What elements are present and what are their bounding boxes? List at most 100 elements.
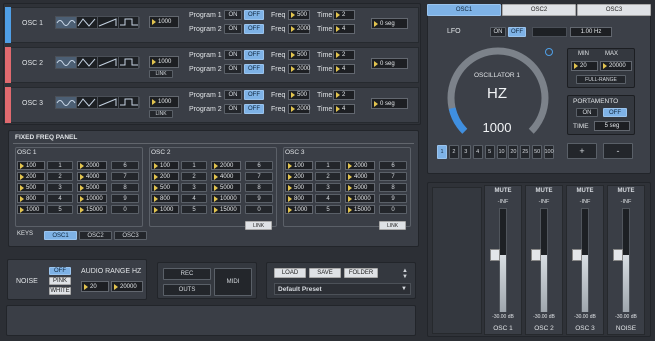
sine-wave-icon[interactable] <box>56 17 77 28</box>
fixed-freq-field[interactable]: 1000 <box>285 205 313 214</box>
fixed-freq-field[interactable]: 100 <box>285 161 313 170</box>
preset-stepper-icon[interactable]: ▲ ▼ <box>401 268 409 280</box>
osc-link-button[interactable]: LINK <box>149 110 173 118</box>
fixed-key-button[interactable]: 0 <box>379 205 407 214</box>
fixed-key-button[interactable]: 1 <box>315 161 341 170</box>
fader-handle[interactable] <box>531 248 541 261</box>
minus-button[interactable]: - <box>603 143 633 159</box>
osc-freq-field[interactable]: 1000 <box>149 96 179 108</box>
fixed-key-button[interactable]: 5 <box>47 205 73 214</box>
multiplier-button[interactable]: 4 <box>472 145 483 159</box>
fixed-freq-field[interactable]: 2000 <box>211 161 241 170</box>
fixed-key-button[interactable]: 8 <box>111 183 139 192</box>
lfo-rate-field[interactable]: 1.00 Hz <box>570 27 612 37</box>
audio-range-min-field[interactable]: 20 <box>81 281 109 292</box>
multiplier-button[interactable]: 5 <box>484 145 495 159</box>
fixed-freq-field[interactable]: 5000 <box>345 183 375 192</box>
square-wave-icon[interactable] <box>119 97 140 108</box>
fixed-freq-field[interactable]: 200 <box>285 172 313 181</box>
fixed-key-button[interactable]: 7 <box>245 172 273 181</box>
program-1-freq-field[interactable]: 500 <box>288 50 310 60</box>
outs-button[interactable]: OUTS <box>163 284 211 296</box>
portamento-off-button[interactable]: OFF <box>603 108 627 117</box>
fixed-group-link-button[interactable]: LINK <box>379 221 406 230</box>
waveform-selector[interactable] <box>55 96 140 109</box>
keys-tab-osc2[interactable]: OSC2 <box>79 231 112 240</box>
osc-seg-field[interactable]: 0 seg <box>371 18 408 29</box>
fixed-freq-field[interactable]: 10000 <box>345 194 375 203</box>
fixed-key-button[interactable]: 3 <box>315 183 341 192</box>
fixed-freq-field[interactable]: 15000 <box>77 205 107 214</box>
portamento-on-button[interactable]: ON <box>576 108 598 117</box>
program-1-off-button[interactable]: OFF <box>244 50 264 60</box>
program-2-off-button[interactable]: OFF <box>244 24 264 34</box>
noise-white-button[interactable]: WHITE <box>49 287 71 295</box>
fixed-freq-field[interactable]: 800 <box>285 194 313 203</box>
program-1-on-button[interactable]: ON <box>224 50 242 60</box>
program-1-on-button[interactable]: ON <box>224 90 242 100</box>
fixed-freq-field[interactable]: 4000 <box>345 172 375 181</box>
tab-osc3[interactable]: OSC3 <box>577 4 651 16</box>
waveform-selector[interactable] <box>55 56 140 69</box>
fixed-key-button[interactable]: 5 <box>315 205 341 214</box>
program-2-on-button[interactable]: ON <box>224 64 242 74</box>
multiplier-button[interactable]: 50 <box>532 145 543 159</box>
saw-wave-icon[interactable] <box>98 97 119 108</box>
lfo-wave-selector[interactable] <box>532 27 567 37</box>
audio-range-max-field[interactable]: 20000 <box>111 281 143 292</box>
fixed-freq-field[interactable]: 200 <box>151 172 179 181</box>
fixed-freq-field[interactable]: 100 <box>151 161 179 170</box>
fixed-key-button[interactable]: 3 <box>181 183 207 192</box>
midi-button[interactable]: MIDI <box>214 268 252 296</box>
fixed-key-button[interactable]: 6 <box>111 161 139 170</box>
fixed-key-button[interactable]: 4 <box>315 194 341 203</box>
program-2-freq-field[interactable]: 2000 <box>288 104 310 114</box>
program-1-off-button[interactable]: OFF <box>244 10 264 20</box>
fixed-freq-field[interactable]: 4000 <box>211 172 241 181</box>
fixed-key-button[interactable]: 2 <box>181 172 207 181</box>
fixed-freq-field[interactable]: 800 <box>151 194 179 203</box>
multiplier-button[interactable]: 1 <box>437 145 447 159</box>
mute-button[interactable]: MUTE <box>527 186 561 195</box>
load-button[interactable]: LOAD <box>274 268 306 278</box>
fixed-freq-field[interactable]: 2000 <box>77 161 107 170</box>
program-2-time-field[interactable]: 4 <box>333 24 355 34</box>
fader-handle[interactable] <box>572 248 582 261</box>
program-1-time-field[interactable]: 2 <box>333 50 355 60</box>
fader-handle[interactable] <box>613 248 623 261</box>
triangle-wave-icon[interactable] <box>77 97 98 108</box>
fixed-freq-field[interactable]: 2000 <box>345 161 375 170</box>
fixed-freq-field[interactable]: 5000 <box>211 183 241 192</box>
fixed-key-button[interactable]: 0 <box>111 205 139 214</box>
fixed-key-button[interactable]: 8 <box>245 183 273 192</box>
noise-off-button[interactable]: OFF <box>49 267 71 275</box>
fixed-freq-field[interactable]: 15000 <box>211 205 241 214</box>
plus-button[interactable]: + <box>567 143 597 159</box>
program-1-on-button[interactable]: ON <box>224 10 242 20</box>
fixed-key-button[interactable]: 2 <box>47 172 73 181</box>
fixed-freq-field[interactable]: 200 <box>17 172 45 181</box>
waveform-selector[interactable] <box>55 16 140 29</box>
noise-pink-button[interactable]: PINK <box>49 277 71 285</box>
portamento-time-field[interactable]: 5 seg <box>594 121 630 131</box>
program-1-off-button[interactable]: OFF <box>244 90 264 100</box>
fixed-freq-field[interactable]: 5000 <box>77 183 107 192</box>
program-1-freq-field[interactable]: 500 <box>288 90 310 100</box>
min-field[interactable]: 20 <box>571 61 598 71</box>
multiplier-button[interactable]: 25 <box>520 145 531 159</box>
program-2-freq-field[interactable]: 2000 <box>288 24 310 34</box>
fixed-key-button[interactable]: 4 <box>181 194 207 203</box>
program-2-on-button[interactable]: ON <box>224 104 242 114</box>
lfo-on-button[interactable]: ON <box>490 27 506 37</box>
max-field[interactable]: 20000 <box>600 61 632 71</box>
program-2-freq-field[interactable]: 2000 <box>288 64 310 74</box>
program-2-time-field[interactable]: 4 <box>333 104 355 114</box>
fader-handle[interactable] <box>490 248 500 261</box>
fixed-key-button[interactable]: 1 <box>47 161 73 170</box>
sine-wave-icon[interactable] <box>56 57 77 68</box>
square-wave-icon[interactable] <box>119 17 140 28</box>
saw-wave-icon[interactable] <box>98 17 119 28</box>
triangle-wave-icon[interactable] <box>77 17 98 28</box>
mute-button[interactable]: MUTE <box>568 186 602 195</box>
program-2-off-button[interactable]: OFF <box>244 104 264 114</box>
